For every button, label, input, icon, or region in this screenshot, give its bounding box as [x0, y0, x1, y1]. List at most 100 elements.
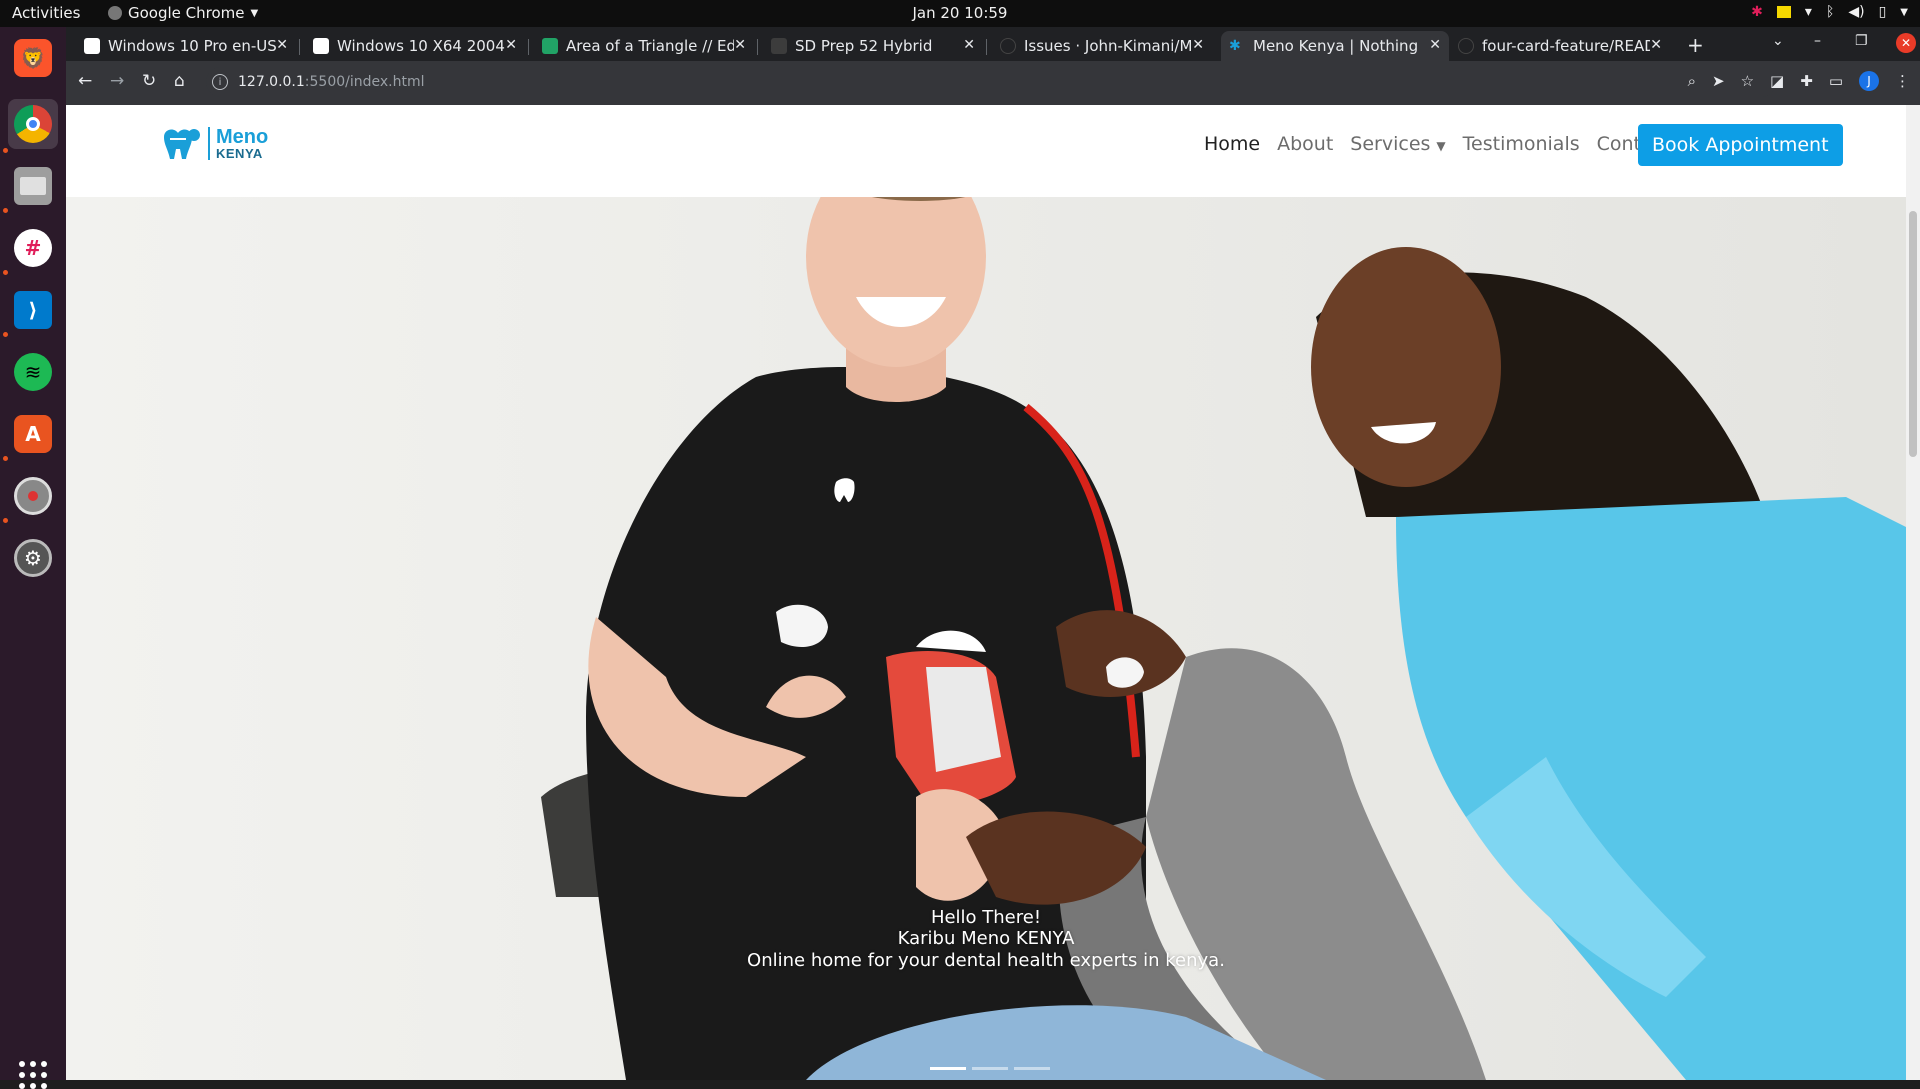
extension-icon[interactable]: ◪ [1770, 72, 1784, 90]
system-top-bar: Activities Google Chrome ▼ Jan 20 10:59 … [0, 0, 1920, 27]
nav-about[interactable]: About [1277, 133, 1333, 155]
tab-title: Area of a Triangle // Eda [566, 37, 734, 55]
dock-brave[interactable]: 🦁 [8, 33, 58, 83]
hero-greeting: Hello There! [930, 907, 1042, 928]
scrollbar-thumb[interactable] [1909, 211, 1917, 457]
app-center-icon: A [14, 415, 52, 453]
volume-icon[interactable]: ◀) [1848, 4, 1864, 20]
files-icon [14, 167, 52, 205]
tab-1[interactable]: Windows 10 X64 2004 6i ✕ [305, 31, 525, 61]
close-window-button[interactable]: ✕ [1896, 33, 1916, 53]
running-indicator [3, 456, 8, 461]
carousel-indicators [930, 1067, 1050, 1070]
tab-4[interactable]: Issues · John-Kimani/Me ✕ [992, 31, 1212, 61]
tab-separator [986, 39, 987, 55]
tab-0[interactable]: Windows 10 Pro en-US v ✕ [76, 31, 296, 61]
vscode-icon: ⟩ [14, 291, 52, 329]
new-tab-button[interactable]: + [1687, 33, 1704, 57]
tab-separator [299, 39, 300, 55]
page-favicon-icon [313, 38, 329, 54]
tab-6[interactable]: four-card-feature/READ ✕ [1450, 31, 1670, 61]
nav-services-label: Services [1350, 133, 1431, 155]
forward-button[interactable]: → [110, 71, 124, 91]
app-menu-label: Google Chrome [128, 4, 245, 22]
url-path: :5500/index.html [304, 74, 425, 90]
power-menu-chevron-icon[interactable]: ▼ [1900, 7, 1908, 18]
system-monitor-icon [14, 477, 52, 515]
notes-tray-icon[interactable] [1776, 6, 1791, 18]
spotify-icon: ≋ [14, 353, 52, 391]
tab-title: Meno Kenya | Nothing B [1253, 37, 1421, 55]
github-favicon-icon [1000, 38, 1016, 54]
logo-text-kenya: KENYA [216, 145, 263, 161]
app-menu[interactable]: Google Chrome ▼ [108, 4, 258, 22]
tab-title: four-card-feature/READ [1482, 37, 1650, 55]
activities-button[interactable]: Activities [12, 4, 80, 22]
close-tab-icon[interactable]: ✕ [276, 37, 288, 53]
running-indicator [3, 148, 8, 153]
tab-title: Windows 10 Pro en-US v [108, 37, 276, 55]
reload-button[interactable]: ↻ [142, 71, 156, 91]
maximize-button[interactable]: ❐ [1855, 33, 1868, 49]
tab-3[interactable]: SD Prep 52 Hybrid ✕ [763, 31, 983, 61]
slack-tray-icon[interactable]: ✱ [1751, 4, 1763, 20]
close-tab-icon[interactable]: ✕ [1429, 37, 1441, 53]
bluetooth-icon[interactable]: ᛒ [1826, 4, 1834, 20]
dock-files[interactable] [8, 161, 58, 211]
carousel-indicator-3[interactable] [1014, 1067, 1050, 1070]
book-appointment-button[interactable]: Book Appointment [1638, 124, 1843, 166]
tab-2[interactable]: Area of a Triangle // Eda ✕ [534, 31, 754, 61]
dock-chrome[interactable] [8, 99, 58, 149]
running-indicator [3, 332, 8, 337]
minimize-button[interactable]: – [1814, 33, 1821, 49]
url-host: 127.0.0.1 [238, 74, 305, 90]
carousel-indicator-1[interactable] [930, 1067, 966, 1070]
running-indicator [3, 518, 8, 523]
nav-home[interactable]: Home [1204, 133, 1260, 155]
address-bar[interactable]: i 127.0.0.1:5500/index.html [206, 67, 1776, 97]
dock-system-monitor[interactable] [8, 471, 58, 521]
logo-wordmark: Meno KENYA [208, 126, 268, 161]
clock[interactable]: Jan 20 10:59 [913, 4, 1008, 22]
dock-slack[interactable]: # [8, 223, 58, 273]
hero-carousel: Hello There! Karibu Meno KENYA Online ho… [66, 197, 1906, 1080]
back-button[interactable]: ← [78, 71, 92, 91]
nav-services-dropdown[interactable]: Services ▼ [1350, 133, 1445, 155]
chevron-down-icon: ▼ [250, 7, 259, 19]
kebab-menu-icon[interactable]: ⋮ [1895, 72, 1910, 90]
send-icon[interactable]: ➤ [1712, 72, 1725, 90]
puzzle-extensions-icon[interactable]: ✚ [1800, 72, 1813, 90]
close-tab-icon[interactable]: ✕ [1650, 37, 1662, 53]
tab-title: Issues · John-Kimani/Me [1024, 37, 1192, 55]
system-tray[interactable]: ✱ ▾ ᛒ ◀) ▯ ▼ [1751, 4, 1908, 20]
dock-app-center[interactable]: A [8, 409, 58, 459]
hero-welcome: Karibu Meno KENYA [897, 928, 1075, 949]
bookmark-star-icon[interactable]: ☆ [1741, 72, 1754, 90]
close-tab-icon[interactable]: ✕ [1192, 37, 1204, 53]
close-tab-icon[interactable]: ✕ [734, 37, 746, 53]
zoom-icon[interactable]: ⌕ [1688, 72, 1696, 90]
wifi-icon[interactable]: ▾ [1805, 4, 1812, 20]
running-indicator [3, 270, 8, 275]
dock-vscode[interactable]: ⟩ [8, 285, 58, 335]
close-tab-icon[interactable]: ✕ [963, 37, 975, 53]
tab-strip: Windows 10 Pro en-US v ✕ Windows 10 X64 … [66, 27, 1920, 61]
dock-spotify[interactable]: ≋ [8, 347, 58, 397]
close-tab-icon[interactable]: ✕ [505, 37, 517, 53]
cast-icon[interactable]: ▭ [1829, 72, 1843, 90]
site-logo[interactable]: Meno KENYA [160, 125, 268, 161]
nav-testimonials[interactable]: Testimonials [1463, 133, 1580, 155]
show-applications-icon[interactable] [19, 1061, 47, 1089]
battery-icon[interactable]: ▯ [1879, 4, 1887, 20]
profile-avatar[interactable]: J [1859, 71, 1879, 91]
edabit-favicon-icon [542, 38, 558, 54]
page-scrollbar[interactable] [1906, 105, 1920, 1080]
carousel-indicator-2[interactable] [972, 1067, 1008, 1070]
tab-search-chevron-icon[interactable]: ⌄ [1772, 33, 1784, 49]
github-favicon-icon [1458, 38, 1474, 54]
site-info-icon[interactable]: i [212, 74, 228, 90]
home-button[interactable]: ⌂ [174, 71, 185, 91]
gear-icon: ⚙ [14, 539, 52, 577]
dock-settings[interactable]: ⚙ [8, 533, 58, 583]
tab-5-active[interactable]: ✱ Meno Kenya | Nothing B ✕ [1221, 31, 1449, 61]
